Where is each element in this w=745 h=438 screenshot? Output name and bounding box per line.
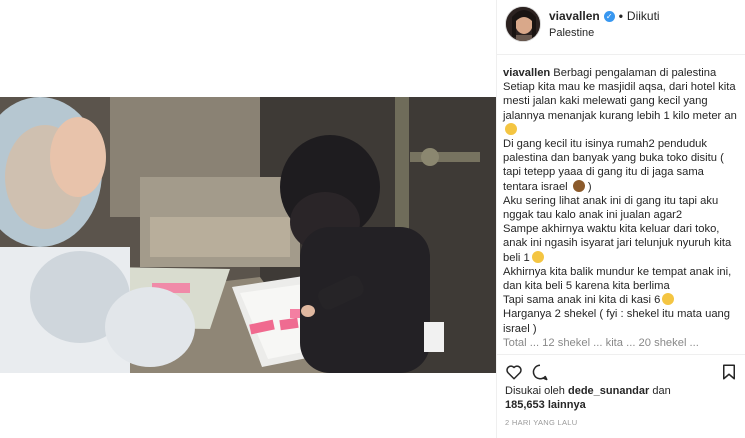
likes-joiner: dan (652, 385, 671, 397)
caption-username[interactable]: viavallen (503, 67, 550, 79)
post-header: viavallen ✓ • Diikuti Palestine (497, 0, 745, 55)
verified-badge-icon: ✓ (603, 10, 615, 22)
caption-line: Di gang kecil itu isinya rumah2 penduduk… (503, 138, 724, 193)
caption-line: Total ... 12 shekel ... kita ... 20 shek… (503, 336, 699, 349)
smile-emoji-icon (531, 250, 544, 263)
header-user-row: viavallen ✓ • Diikuti (549, 9, 660, 23)
post-timestamp[interactable]: 2 HARI YANG LALU (505, 418, 577, 427)
likes-summary: Disukai oleh dede_sunandar dan 185,653 l… (505, 384, 743, 412)
action-bar (497, 354, 745, 384)
likes-count[interactable]: 185,653 (505, 399, 545, 411)
caption-line: Tapi sama anak ini kita di kasi 6 (503, 294, 661, 307)
caption-line: Setiap kita mau ke masjidil aqsa, dari h… (503, 81, 737, 122)
likes-prefix: Disukai oleh (505, 385, 565, 397)
bookmark-icon[interactable] (720, 363, 738, 381)
caption-line: Berbagi pengalaman di palestina (553, 67, 717, 79)
separator-dot: • (618, 9, 623, 23)
post-caption: viavallen Berbagi pengalaman di palestina… (503, 66, 738, 350)
liked-by-user[interactable]: dede_sunandar (568, 385, 649, 397)
avatar[interactable] (505, 6, 541, 42)
post-photo[interactable] (0, 97, 496, 373)
header-username[interactable]: viavallen (549, 9, 600, 23)
caption-line: Aku sering lihat anak ini di gang itu ta… (503, 194, 719, 222)
heart-icon[interactable] (505, 363, 523, 381)
follow-status-button[interactable]: Diikuti (627, 9, 660, 23)
likes-suffix[interactable]: lainnya (548, 399, 586, 411)
post-location[interactable]: Palestine (549, 27, 594, 39)
post-side-panel: viavallen ✓ • Diikuti Palestine viavalle… (496, 0, 745, 438)
avatar-image (506, 7, 540, 41)
comment-icon[interactable] (531, 363, 549, 381)
monkey-emoji-icon (572, 179, 585, 192)
comments-section: viavallen Berbagi pengalaman di palestina… (497, 56, 745, 354)
grin-emoji-icon (662, 293, 675, 306)
photo-illustration (0, 97, 496, 373)
caption-line: Akhirnya kita balik mundur ke tempat ana… (503, 265, 732, 293)
caption-line: ) (587, 180, 592, 193)
caption-line: Harganya 2 shekel ( fyi : shekel itu mat… (503, 308, 730, 335)
post-media-area (0, 0, 496, 438)
grin-emoji-icon (505, 122, 517, 135)
